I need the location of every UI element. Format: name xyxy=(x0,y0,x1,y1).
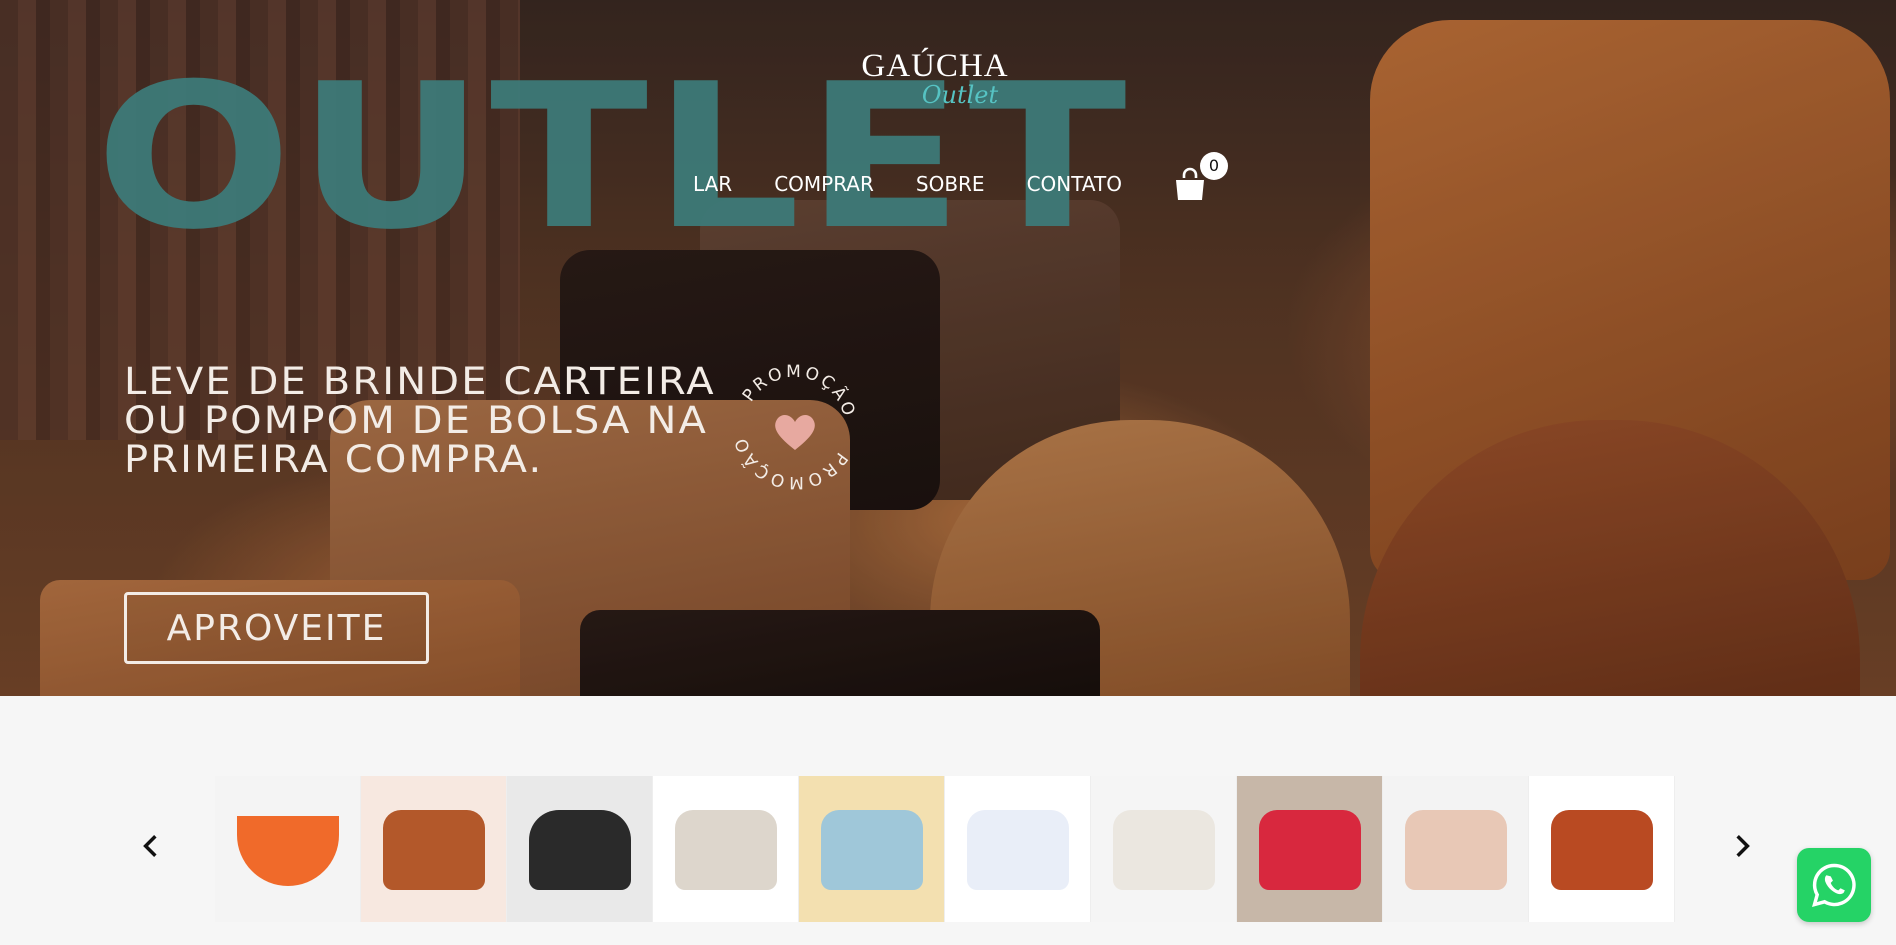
whatsapp-button[interactable] xyxy=(1797,848,1871,922)
nav-item-sobre[interactable]: SOBRE xyxy=(916,172,985,196)
product-thumbnail[interactable] xyxy=(1383,776,1529,922)
whatsapp-icon xyxy=(1812,863,1856,907)
product-image xyxy=(675,810,777,890)
nav-item-comprar[interactable]: COMPRAR xyxy=(774,172,874,196)
chevron-left-icon xyxy=(143,835,157,857)
nav-item-lar[interactable]: LAR xyxy=(693,172,732,196)
product-image xyxy=(1551,810,1653,890)
product-thumbnail[interactable] xyxy=(361,776,507,922)
product-image xyxy=(237,816,339,886)
promo-badge-text-top: PROMOÇÃO xyxy=(739,362,857,421)
promo-badge-icon: PROMOÇÃO PROMOÇÃO xyxy=(731,362,860,492)
cart-count-badge: 0 xyxy=(1200,152,1228,180)
hero-bag-image xyxy=(930,420,1350,696)
brand-logo[interactable]: GAÚCHA Outlet xyxy=(860,48,1010,109)
aproveite-button[interactable]: APROVEITE xyxy=(124,592,429,664)
product-image xyxy=(1405,810,1507,890)
product-image xyxy=(1259,810,1361,890)
product-thumbnail[interactable] xyxy=(507,776,653,922)
product-image xyxy=(529,810,631,890)
product-thumbnail[interactable] xyxy=(1237,776,1383,922)
main-nav: LAR COMPRAR SOBRE CONTATO xyxy=(693,172,1164,196)
carousel-next-button[interactable] xyxy=(1724,828,1760,864)
product-image xyxy=(967,810,1069,890)
product-thumbnail[interactable] xyxy=(1091,776,1237,922)
product-thumbnail[interactable] xyxy=(653,776,799,922)
promo-message: LEVE DE BRINDE CARTEIRA OU POMPOM DE BOL… xyxy=(124,360,716,481)
hero-bag-image xyxy=(1360,420,1860,696)
product-image xyxy=(821,810,923,890)
carousel-prev-button[interactable] xyxy=(133,828,169,864)
product-image xyxy=(1113,810,1215,890)
chevron-right-icon xyxy=(1736,835,1750,857)
hero-bag-image xyxy=(1370,20,1890,580)
product-thumbnail[interactable] xyxy=(215,776,361,922)
svg-text:PROMOÇÃO: PROMOÇÃO xyxy=(739,362,860,421)
brand-sub: Outlet xyxy=(921,81,999,109)
product-image xyxy=(383,810,485,890)
nav-item-contato[interactable]: CONTATO xyxy=(1027,172,1122,196)
hero-bag-image xyxy=(580,610,1100,696)
product-thumbnail[interactable] xyxy=(945,776,1091,922)
product-thumbnail[interactable] xyxy=(799,776,945,922)
brand-name: GAÚCHA xyxy=(861,48,1009,84)
carousel-track xyxy=(215,776,1678,922)
product-thumbnail[interactable] xyxy=(1529,776,1675,922)
